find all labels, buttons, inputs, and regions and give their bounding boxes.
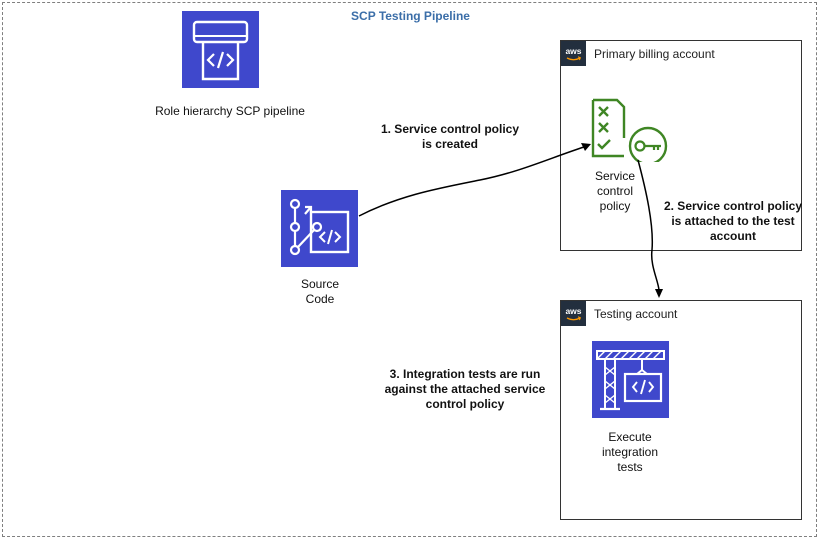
step-3-line2: against the attached service	[384, 382, 546, 396]
arrow-source-to-scp	[358, 146, 585, 217]
step-1-label: 1. Service control policy is created	[360, 122, 540, 152]
step-2-line2: is attached to the test	[671, 214, 795, 228]
connector-arrows	[358, 143, 663, 298]
arrow-scp-to-testing-head	[655, 289, 663, 298]
step-3-label: 3. Integration tests are run against the…	[370, 367, 560, 412]
step-2-line3: account	[709, 229, 756, 243]
step-1-line2: is created	[421, 137, 479, 151]
step-1-line1: 1. Service control policy	[380, 122, 520, 136]
step-2-label: 2. Service control policy is attached to…	[648, 199, 818, 244]
step-3-line3: control policy	[425, 397, 505, 411]
step-2-line1: 2. Service control policy	[663, 199, 803, 213]
step-3-line1: 3. Integration tests are run	[389, 367, 541, 381]
